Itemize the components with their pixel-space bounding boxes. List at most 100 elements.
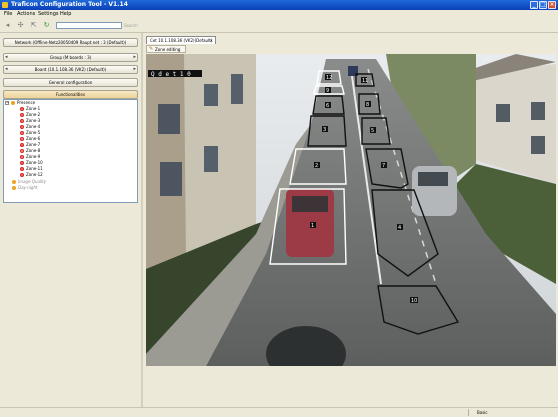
group-button[interactable]: ◂ Group (M boards : 3) ▸ (3, 53, 138, 62)
back-icon[interactable]: ◂ (4, 22, 11, 29)
close-button[interactable]: × (548, 1, 556, 9)
minimize-button[interactable]: _ (530, 1, 538, 9)
zone-icon: 6 (20, 137, 24, 141)
zone-icon: 7 (20, 143, 24, 147)
window (204, 84, 218, 106)
collapse-icon[interactable]: − (5, 101, 9, 105)
zone-10-label: 10 (411, 298, 417, 304)
status-mode: Basic (477, 410, 488, 415)
board-prev-icon[interactable]: ◂ (5, 66, 8, 73)
zone-6-label: 6 (326, 103, 329, 109)
zone-label: Zone-2 (26, 112, 41, 117)
day-night-icon (12, 186, 16, 190)
menu-bar: File Actions Settings Help (0, 10, 558, 19)
zone-7-label: 7 (382, 163, 385, 169)
zone-icon: 1 (20, 167, 24, 171)
group-label: Group (M boards : 3) (49, 55, 92, 60)
window (160, 162, 182, 196)
zone-label: Zone-9 (26, 154, 41, 159)
zone-icon: 3 (20, 119, 24, 123)
status-bar: Basic (0, 407, 558, 417)
tab-zone-editing[interactable]: ✎ Zone editing (146, 45, 186, 53)
menu-file[interactable]: File (4, 11, 12, 17)
menu-help[interactable]: Help (60, 11, 71, 17)
board-next-icon[interactable]: ▸ (133, 66, 136, 73)
zone-2-label: 2 (315, 163, 318, 169)
functionality-tree[interactable]: − Presence 1 Zone-1 2 Zone-2 3 Zone-3 4 Zone… (3, 99, 138, 203)
refresh-icon[interactable]: ↻ (43, 22, 50, 29)
zone-label: Zone-10 (26, 160, 43, 165)
zone-label: Zone-3 (26, 118, 41, 123)
zone-label: Zone-6 (26, 136, 41, 141)
window (231, 74, 243, 104)
zone-5-label: 5 (371, 128, 374, 134)
group-next-icon[interactable]: ▸ (133, 54, 136, 61)
app-icon (2, 2, 8, 8)
tree-presence-label: Presence (17, 100, 36, 105)
tab-zone-editing-label: Zone editing (155, 47, 181, 52)
zone-label: Zone-1 (26, 106, 41, 111)
pointer-icon[interactable]: ⇱ (30, 22, 37, 29)
tab-camera[interactable]: Cet 10.1.108.36 (VK2)(Default) × (146, 36, 216, 44)
windshield (418, 172, 448, 186)
day-night-label: Day-night (18, 185, 38, 190)
right-panel: Cet 10.1.108.36 (VK2)(Default) × ✎ Zone … (143, 33, 558, 407)
presence-icon (11, 101, 15, 105)
menu-settings[interactable]: Settings (38, 11, 59, 17)
zone-1-label: 1 (311, 223, 314, 229)
maximize-button[interactable]: □ (539, 1, 547, 9)
group-prev-icon[interactable]: ◂ (5, 54, 8, 61)
toolbar: ◂ ✣ ⇱ ↻ Search (0, 19, 558, 33)
window (531, 136, 545, 154)
zone-8-label: 8 (366, 102, 369, 108)
image-quality-icon (12, 180, 16, 184)
zone-3-label: 3 (323, 127, 326, 133)
window (531, 102, 545, 120)
tree-item-day-night[interactable]: Day-night (12, 185, 38, 191)
search-button[interactable]: Search (124, 23, 138, 28)
network-button[interactable]: Network (Offline-Netz20050409 Raupt.net … (3, 38, 138, 47)
zone-icon: 1 (20, 173, 24, 177)
zone-11-label: 11 (362, 78, 368, 84)
forward-icon[interactable]: ✣ (17, 22, 24, 29)
zone-icon: 8 (20, 149, 24, 153)
zone-icon: 4 (20, 125, 24, 129)
window (496, 104, 510, 122)
zone-icon: 1 (20, 161, 24, 165)
zone-label: Zone-4 (26, 124, 41, 129)
close-tab-icon[interactable]: × (210, 37, 213, 44)
window (204, 146, 218, 172)
zone-label: Zone-7 (26, 142, 41, 147)
general-configuration-button[interactable]: General configuration (3, 78, 138, 87)
video-frame[interactable]: Q d e t 1 0 12 9 6 3 2 1 11 8 5 7 4 10 (146, 54, 556, 382)
window-controls: _ □ × (530, 1, 556, 9)
functionalities-button[interactable]: Functionalities (3, 90, 138, 99)
general-configuration-label: General configuration (48, 80, 93, 85)
zone-label: Zone-8 (26, 148, 41, 153)
board-label: Board (10.1.108.36 (VK2) (Default)) (34, 67, 107, 72)
zone-icon: 2 (20, 113, 24, 117)
camera-image[interactable]: Q d e t 1 0 12 9 6 3 2 1 11 8 5 7 4 10 (146, 54, 556, 382)
board-button[interactable]: ◂ Board (10.1.108.36 (VK2) (Default)) ▸ (3, 65, 138, 74)
status-separator (468, 409, 469, 416)
window-title: Traficon Configuration Tool - V1.14 (11, 1, 128, 8)
zone-9-label: 9 (326, 88, 329, 94)
osd-text: Q d e t 1 0 (151, 71, 191, 78)
functionalities-label: Functionalities (56, 92, 85, 97)
zone-label: Zone-12 (26, 172, 43, 177)
search-input[interactable] (56, 22, 122, 29)
zone-icon: 1 (20, 107, 24, 111)
window (158, 104, 180, 134)
left-panel: Network (Offline-Netz20050409 Raupt.net … (0, 33, 141, 407)
network-label: Network (Offline-Netz20050409 Raupt.net … (14, 40, 127, 45)
zone-label: Zone-11 (26, 166, 43, 171)
zone-icon: 5 (20, 131, 24, 135)
zone-12-label: 12 (326, 75, 332, 81)
tree-item-zone-12[interactable]: 1 Zone-12 (20, 172, 43, 178)
zone-label: Zone-5 (26, 130, 41, 135)
menu-actions[interactable]: Actions (17, 11, 35, 17)
image-quality-label: Image Quality (18, 179, 47, 184)
zone-4-label: 4 (398, 225, 401, 231)
windshield (292, 196, 328, 212)
title-bar: Traficon Configuration Tool - V1.14 _ □ … (0, 0, 558, 10)
